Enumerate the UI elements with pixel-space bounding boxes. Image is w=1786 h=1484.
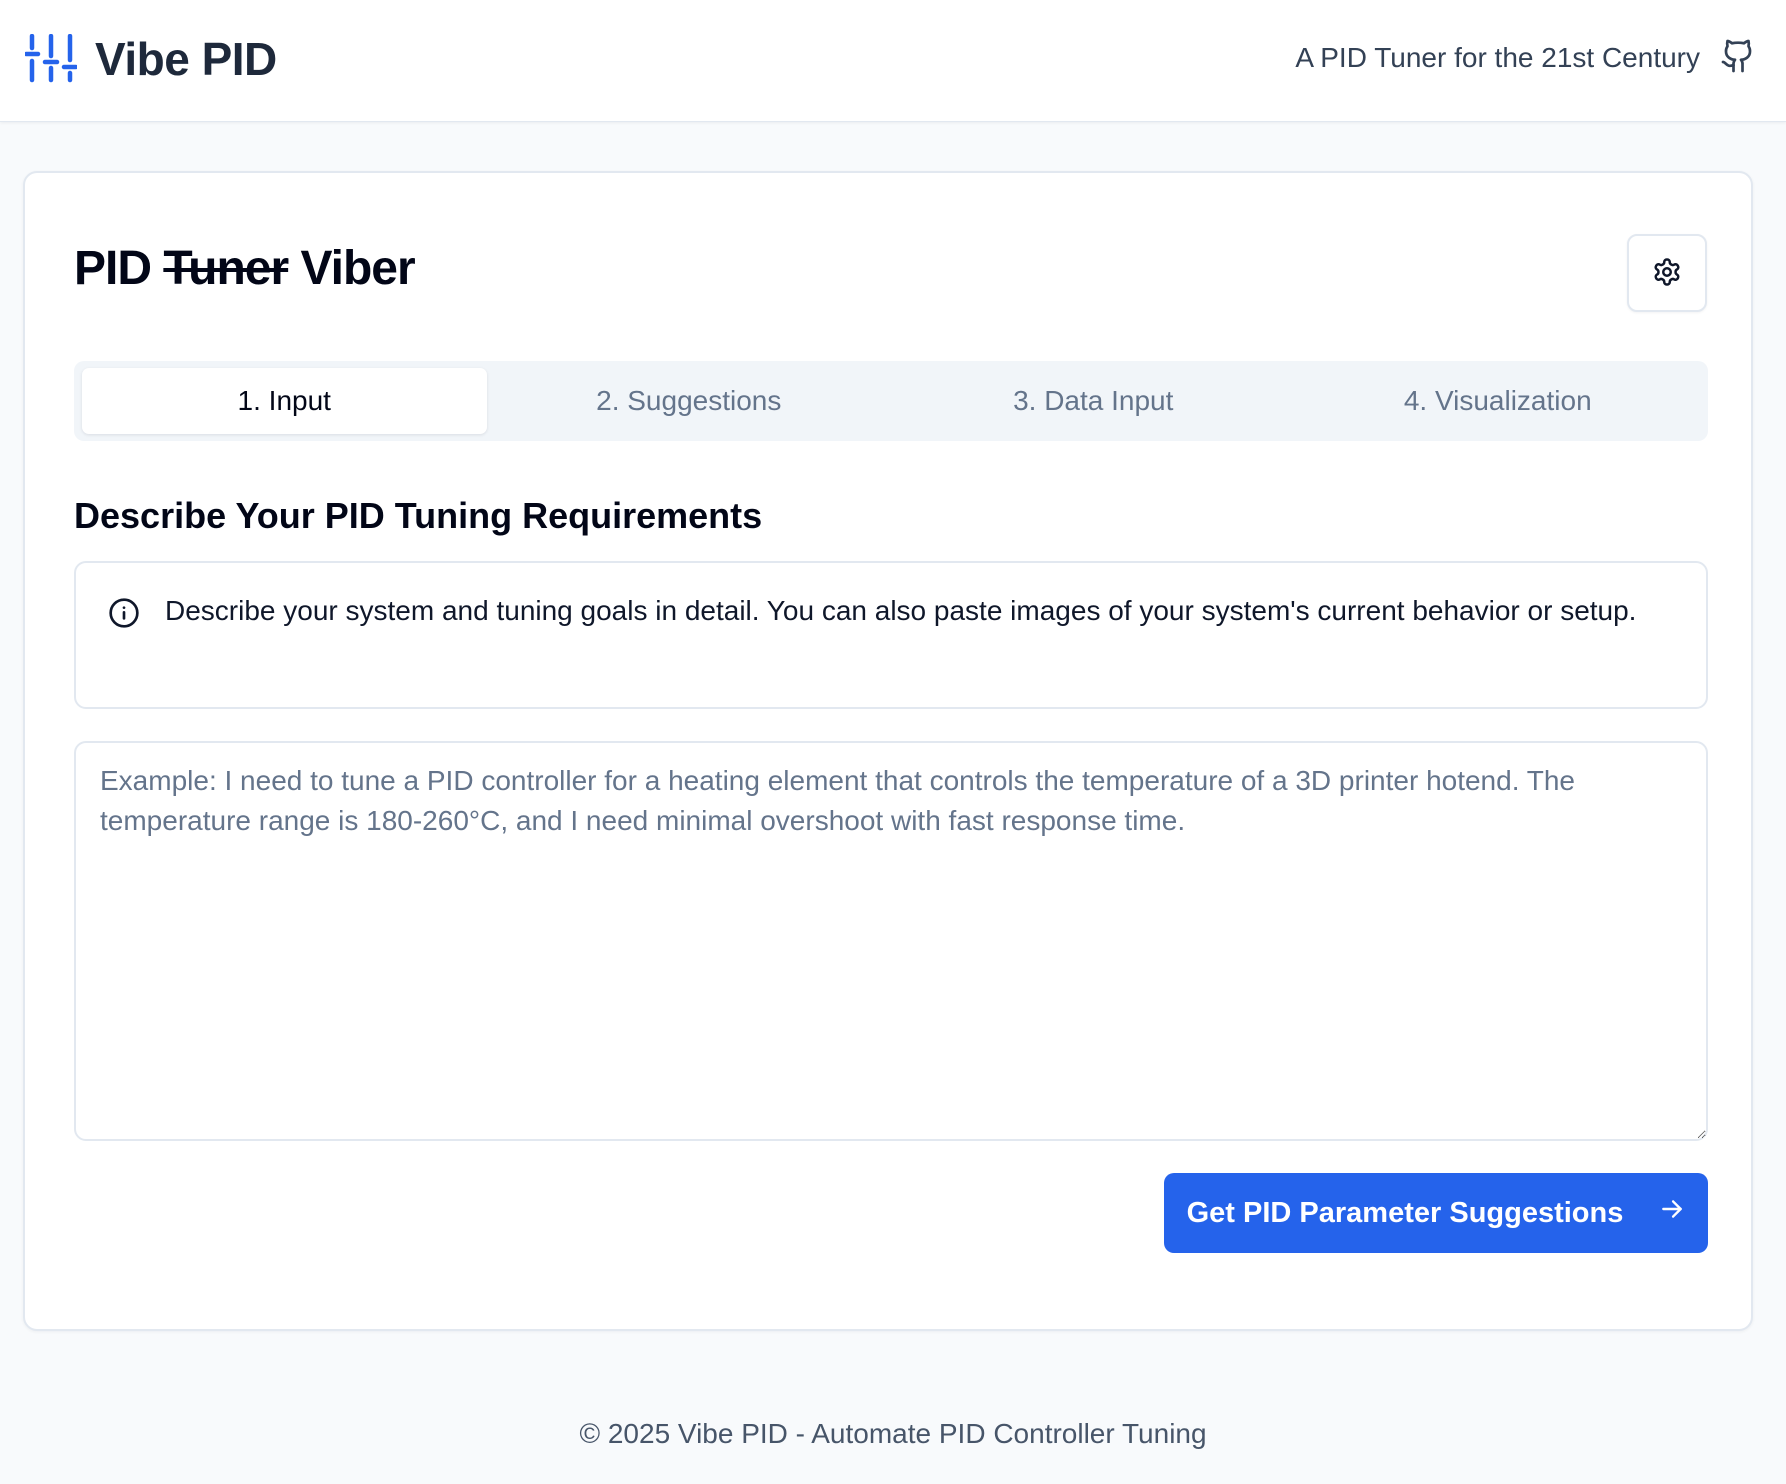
settings-button[interactable] — [1627, 234, 1707, 312]
title-prefix: PID — [74, 242, 152, 295]
gear-icon — [1652, 257, 1682, 290]
github-icon — [1720, 39, 1756, 80]
get-suggestions-label: Get PID Parameter Suggestions — [1186, 1196, 1624, 1229]
step-tabs: 1. Input 2. Suggestions 3. Data Input 4.… — [74, 361, 1708, 441]
brand[interactable]: Vibe PID — [25, 30, 277, 88]
top-navbar: Vibe PID A PID Tuner for the 21st Centur… — [0, 0, 1786, 122]
tagline: A PID Tuner for the 21st Century — [1295, 42, 1700, 73]
section-title: Describe Your PID Tuning Requirements — [74, 495, 763, 536]
card-title: PID Tuner Viber — [74, 239, 416, 299]
title-struck-word: Tuner — [163, 242, 289, 295]
title-suffix: Viber — [300, 242, 415, 295]
requirements-textarea[interactable] — [74, 741, 1708, 1141]
tab-input[interactable]: 1. Input — [82, 368, 487, 434]
tab-suggestions[interactable]: 2. Suggestions — [487, 368, 892, 434]
info-icon — [108, 597, 140, 634]
alert-text: Describe your system and tuning goals in… — [165, 595, 1637, 626]
info-alert: Describe your system and tuning goals in… — [74, 561, 1708, 709]
github-link[interactable] — [1720, 36, 1756, 81]
tab-visualization[interactable]: 4. Visualization — [1296, 368, 1701, 434]
tab-data-input[interactable]: 3. Data Input — [891, 368, 1296, 434]
sliders-icon — [25, 34, 77, 84]
footer: © 2025 Vibe PID - Automate PID Controlle… — [579, 1418, 1207, 1449]
arrow-right-icon — [1659, 1196, 1685, 1230]
brand-name: Vibe PID — [95, 33, 277, 85]
get-suggestions-button[interactable]: Get PID Parameter Suggestions — [1164, 1173, 1708, 1253]
main-card: PID Tuner Viber 1. Input 2. Suggestions … — [23, 171, 1753, 1331]
